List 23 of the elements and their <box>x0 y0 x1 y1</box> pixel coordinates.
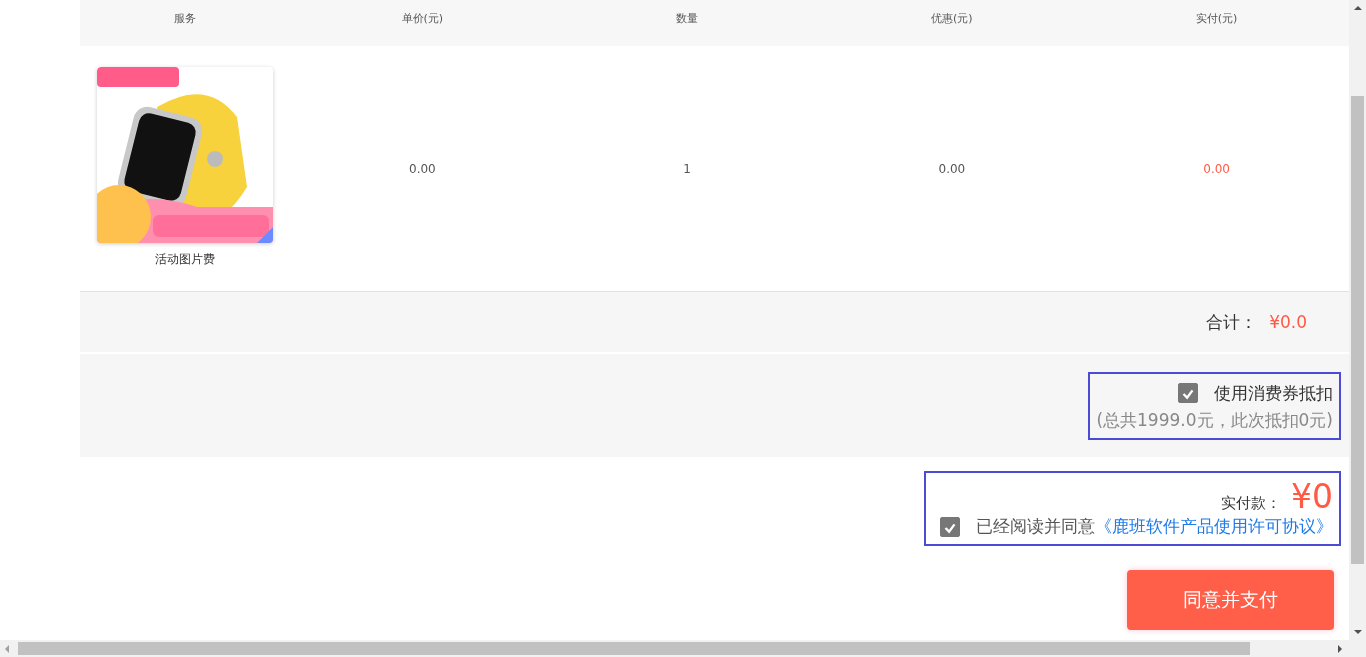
column-header: 服务 <box>174 11 196 26</box>
coupon-note: (总共1999.0元，此次抵扣0元) <box>1096 408 1333 432</box>
payment-amount: ¥0 <box>1291 479 1333 516</box>
horizontal-scrollbar[interactable] <box>0 640 1366 657</box>
paid-amount: 0.00 <box>1203 161 1230 176</box>
column-header: 实付(元) <box>1195 11 1238 26</box>
coupon-label: 使用消费券抵扣 <box>1214 381 1333 405</box>
unit-price: 0.00 <box>409 161 436 176</box>
discount: 0.00 <box>938 161 966 176</box>
quantity: 1 <box>683 161 691 176</box>
column-header: 优惠(元) <box>931 11 973 26</box>
total-value: ¥0.0 <box>1269 312 1307 332</box>
agreement-checkbox[interactable] <box>940 516 960 537</box>
payment-label: 实付款： <box>1221 494 1281 513</box>
license-link[interactable]: 《鹿班软件产品使用许可协议》 <box>1095 515 1333 539</box>
total-label: 合计： <box>1206 310 1258 334</box>
service-name: 活动图片费 <box>155 251 215 268</box>
agreement-text: 已经阅读并同意 <box>976 515 1095 539</box>
pay-button[interactable]: 同意并支付 <box>1127 570 1334 631</box>
column-header: 单价(元) <box>401 11 444 26</box>
column-header: 数量 <box>676 11 699 26</box>
vertical-scrollbar[interactable] <box>1349 0 1366 640</box>
coupon-checkbox[interactable] <box>1178 383 1198 403</box>
